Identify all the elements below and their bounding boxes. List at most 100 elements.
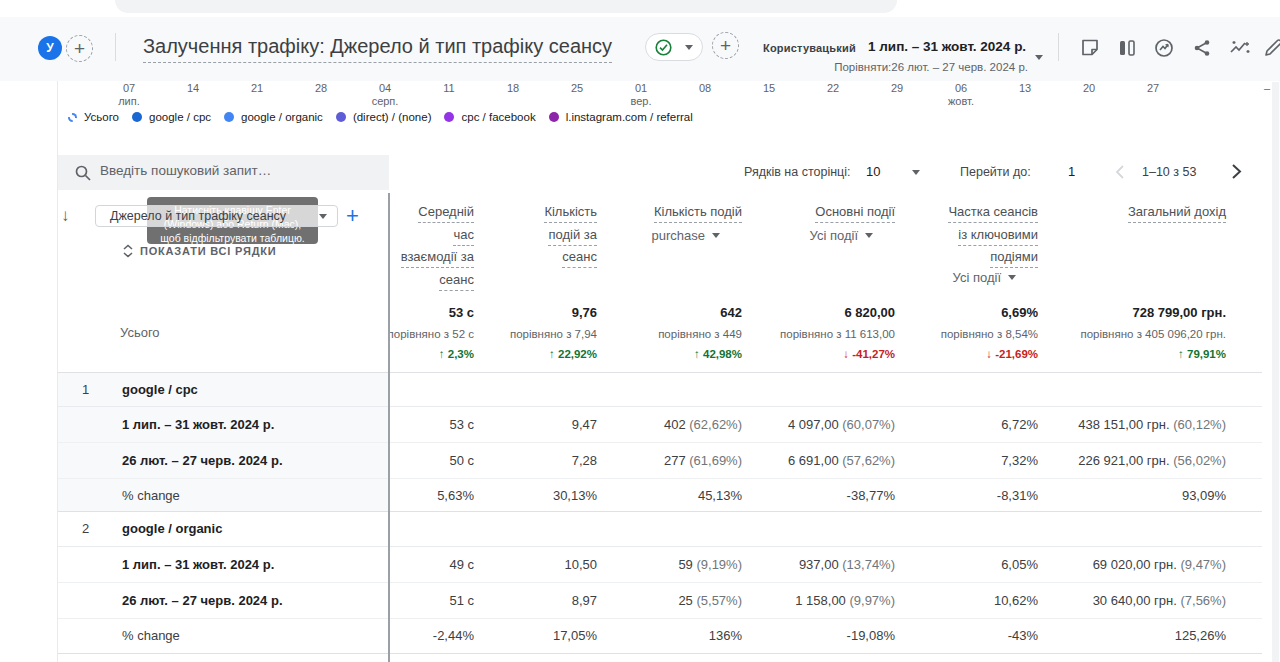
legend-dot-icon — [68, 113, 77, 122]
cell-value: 402 (62,62%) — [664, 417, 742, 432]
totals-value: 9,76 — [572, 305, 597, 320]
cell-value: 277 (61,69%) — [664, 453, 742, 468]
cell-value: 6,05% — [1001, 557, 1038, 572]
column-header-line: час — [453, 227, 474, 246]
cell-value: 1 158,00 (9,97%) — [795, 593, 895, 608]
legend-item[interactable]: l.instagram.com / referral — [549, 111, 693, 123]
axis-tick-month: вер. — [619, 95, 663, 107]
scrollbar-track[interactable] — [1272, 82, 1279, 662]
column-header-line: Середній — [418, 204, 474, 223]
edit-pencil-icon[interactable] — [1261, 37, 1280, 61]
cell-value: 53 с — [449, 417, 474, 432]
global-search-bar-fragment[interactable] — [115, 0, 897, 13]
date-range-type-label: Користувацький — [763, 42, 856, 54]
column-header[interactable]: Кількість подій — [654, 204, 742, 227]
column-header[interactable]: Частка сеансівіз ключовимиподіями — [948, 204, 1038, 272]
legend-label: cpc / facebook — [461, 111, 535, 123]
column-subdropdown[interactable]: Усі події — [953, 270, 1016, 285]
totals-compare: порівняно з 7,94 — [510, 328, 597, 340]
cell-value: 9,47 — [572, 417, 597, 432]
axis-tick: 04 — [363, 82, 407, 94]
legend-dot-icon — [549, 112, 559, 122]
column-divider[interactable] — [388, 193, 390, 662]
search-icon — [75, 165, 91, 181]
legend-item[interactable]: cpc / facebook — [444, 111, 535, 123]
add-dimension-button[interactable]: + — [346, 203, 359, 229]
column-header[interactable]: Кількістьподій засеанс — [544, 204, 597, 272]
chevron-down-icon — [1008, 275, 1016, 280]
goto-page-label: Перейти до: — [960, 165, 1031, 179]
legend-item[interactable]: google / organic — [224, 111, 323, 123]
totals-compare: порівняно з 52 с — [389, 328, 474, 340]
show-all-rows-button[interactable]: ПОКАЗАТИ ВСІ РЯДКИ — [122, 244, 277, 258]
cell-change-value: 136% — [709, 628, 742, 643]
insights-clock-icon[interactable] — [1152, 37, 1176, 61]
notes-icon[interactable] — [1078, 37, 1102, 61]
row-dimension-value[interactable]: google / organic — [122, 521, 222, 536]
pagination-range: 1–10 з 53 — [1142, 165, 1196, 179]
rows-per-page-value[interactable]: 10 — [866, 164, 880, 179]
column-header[interactable]: Загальний дохід — [1128, 204, 1226, 227]
next-page-icon[interactable] — [1230, 163, 1242, 180]
sort-descending-icon[interactable]: ↓ — [61, 206, 70, 226]
column-header[interactable]: Середнійчасвзаємодії засеанс — [401, 204, 474, 294]
report-status-chip[interactable] — [645, 33, 703, 61]
check-circle-icon — [655, 39, 672, 56]
insights-sparkline-icon[interactable] — [1228, 37, 1252, 61]
column-header-line: сеанс — [562, 249, 597, 268]
dimension-selector[interactable]: Джерело й тип трафіку сеансу — [95, 205, 338, 227]
cell-value: 51 с — [449, 593, 474, 608]
cell-change-value: 45,13% — [698, 488, 742, 503]
cell-value: 10,50 — [564, 557, 597, 572]
chevron-down-icon — [865, 233, 873, 238]
totals-change: ↑ 42,98% — [694, 348, 742, 360]
axis-tick: 27 — [1131, 82, 1175, 94]
column-subdropdown[interactable]: purchase — [652, 228, 720, 243]
cell-value: 10,62% — [994, 593, 1038, 608]
cell-value: 50 с — [449, 453, 474, 468]
date-range-chevron-icon[interactable] — [1035, 55, 1043, 60]
cell-change-value: 93,09% — [1182, 488, 1226, 503]
axis-tick: 18 — [491, 82, 535, 94]
legend-item[interactable]: (direct) / (none) — [336, 111, 432, 123]
cell-value: 69 020,00 грн. (9,47%) — [1093, 557, 1226, 572]
column-header[interactable]: Основні події — [815, 204, 895, 227]
add-comparison-button[interactable]: + — [712, 32, 739, 59]
axis-tick: 28 — [299, 82, 343, 94]
legend-item[interactable]: Усього — [68, 111, 119, 123]
axis-tick: 07 — [107, 82, 151, 94]
divider — [1058, 33, 1059, 61]
legend-item[interactable]: google / cpc — [132, 111, 211, 123]
cell-change-value: -8,31% — [997, 488, 1038, 503]
cell-value: 49 с — [449, 557, 474, 572]
row-dimension-value[interactable]: google / cpc — [122, 382, 198, 397]
share-icon[interactable] — [1190, 37, 1214, 61]
axis-tick: 11 — [427, 82, 471, 94]
chevron-down-icon — [712, 233, 720, 238]
search-input[interactable] — [100, 163, 370, 178]
axis-tick-month: лип. — [107, 95, 151, 107]
cell-change-value: 5,63% — [437, 488, 474, 503]
chart-legend: Усього google / cpc google / organic (direc… — [68, 111, 693, 123]
add-segment-button[interactable]: + — [66, 35, 93, 62]
cell-change-value: -2,44% — [433, 628, 474, 643]
axis-tick: 29 — [875, 82, 919, 94]
goto-page-value[interactable]: 1 — [1068, 164, 1075, 179]
column-header-line: сеанс — [439, 272, 474, 291]
totals-change: ↑ 22,92% — [549, 348, 597, 360]
cell-value: 6 691,00 (57,62%) — [788, 453, 895, 468]
column-header-line: із ключовими — [958, 227, 1038, 246]
column-header-line: Кількість подій — [654, 204, 742, 223]
legend-label: (direct) / (none) — [353, 111, 432, 123]
row-date-range: 1 лип. – 31 жовт. 2024 р. — [122, 417, 274, 432]
row-date-range: 26 лют. – 27 черв. 2024 р. — [122, 453, 283, 468]
prev-page-icon[interactable] — [1114, 164, 1125, 180]
report-title[interactable]: Залучення трафіку: Джерело й тип трафіку… — [143, 35, 612, 63]
rows-per-page-chevron-icon[interactable] — [912, 170, 920, 175]
ga4-report-page: GA4 У + Залучення трафіку: Джерело й тип… — [0, 0, 1280, 662]
subdropdown-label: Усі події — [953, 270, 1001, 285]
date-range-value[interactable]: 1 лип. – 31 жовт. 2024 р. — [868, 39, 1026, 54]
comparison-icon[interactable] — [1115, 37, 1139, 61]
column-subdropdown[interactable]: Усі події — [810, 228, 873, 243]
avatar[interactable]: У — [38, 36, 62, 60]
